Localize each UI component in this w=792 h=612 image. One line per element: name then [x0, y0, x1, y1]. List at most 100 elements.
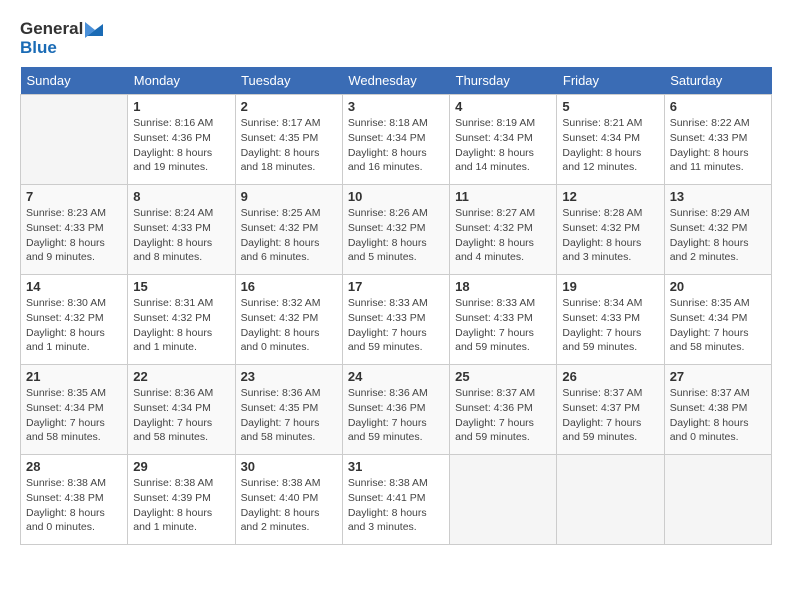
day-info: Sunrise: 8:19 AMSunset: 4:34 PMDaylight:… [455, 116, 551, 175]
calendar-cell: 3 Sunrise: 8:18 AMSunset: 4:34 PMDaylight… [342, 95, 449, 185]
day-header-wednesday: Wednesday [342, 67, 449, 95]
day-info: Sunrise: 8:23 AMSunset: 4:33 PMDaylight:… [26, 206, 122, 265]
calendar-cell: 16 Sunrise: 8:32 AMSunset: 4:32 PMDayligh… [235, 275, 342, 365]
day-info: Sunrise: 8:36 AMSunset: 4:36 PMDaylight:… [348, 386, 444, 445]
day-header-monday: Monday [128, 67, 235, 95]
day-info: Sunrise: 8:38 AMSunset: 4:39 PMDaylight:… [133, 476, 229, 535]
calendar-cell: 9Sunrise: 8:25 AMSunset: 4:32 PMDaylight… [235, 185, 342, 275]
day-number: 6 [670, 99, 766, 114]
day-number: 1 [133, 99, 229, 114]
calendar-cell: 28 Sunrise: 8:38 AMSunset: 4:38 PMDayligh… [21, 455, 128, 545]
day-number: 10 [348, 189, 444, 204]
calendar-cell: 6 Sunrise: 8:22 AMSunset: 4:33 PMDaylight… [664, 95, 771, 185]
day-number: 4 [455, 99, 551, 114]
page-header: General Blue [20, 20, 772, 57]
calendar-week-row: 14 Sunrise: 8:30 AMSunset: 4:32 PMDayligh… [21, 275, 772, 365]
day-info: Sunrise: 8:37 AMSunset: 4:37 PMDaylight:… [562, 386, 658, 445]
day-info: Sunrise: 8:33 AMSunset: 4:33 PMDaylight:… [348, 296, 444, 355]
day-header-friday: Friday [557, 67, 664, 95]
day-header-thursday: Thursday [450, 67, 557, 95]
calendar-cell: 20 Sunrise: 8:35 AMSunset: 4:34 PMDayligh… [664, 275, 771, 365]
day-info: Sunrise: 8:36 AMSunset: 4:34 PMDaylight:… [133, 386, 229, 445]
day-info: Sunrise: 8:31 AMSunset: 4:32 PMDaylight:… [133, 296, 229, 355]
day-info: Sunrise: 8:27 AMSunset: 4:32 PMDaylight:… [455, 206, 551, 265]
day-number: 21 [26, 369, 122, 384]
logo-general: General [20, 20, 103, 39]
day-info: Sunrise: 8:24 AMSunset: 4:33 PMDaylight:… [133, 206, 229, 265]
logo-container: General Blue [20, 20, 103, 57]
day-number: 8 [133, 189, 229, 204]
calendar-cell: 2Sunrise: 8:17 AMSunset: 4:35 PMDaylight… [235, 95, 342, 185]
day-number: 26 [562, 369, 658, 384]
day-number: 3 [348, 99, 444, 114]
day-info: Sunrise: 8:38 AMSunset: 4:38 PMDaylight:… [26, 476, 122, 535]
calendar-cell: 7 Sunrise: 8:23 AMSunset: 4:33 PMDaylight… [21, 185, 128, 275]
calendar-cell [21, 95, 128, 185]
day-header-saturday: Saturday [664, 67, 771, 95]
calendar-cell: 13 Sunrise: 8:29 AMSunset: 4:32 PMDayligh… [664, 185, 771, 275]
day-number: 23 [241, 369, 337, 384]
calendar-cell: 1Sunrise: 8:16 AMSunset: 4:36 PMDaylight… [128, 95, 235, 185]
calendar-cell: 4 Sunrise: 8:19 AMSunset: 4:34 PMDaylight… [450, 95, 557, 185]
day-number: 14 [26, 279, 122, 294]
day-info: Sunrise: 8:22 AMSunset: 4:33 PMDaylight:… [670, 116, 766, 175]
calendar-cell: 23 Sunrise: 8:36 AMSunset: 4:35 PMDayligh… [235, 365, 342, 455]
calendar-week-row: 28 Sunrise: 8:38 AMSunset: 4:38 PMDayligh… [21, 455, 772, 545]
day-number: 15 [133, 279, 229, 294]
day-number: 22 [133, 369, 229, 384]
day-info: Sunrise: 8:32 AMSunset: 4:32 PMDaylight:… [241, 296, 337, 355]
day-number: 18 [455, 279, 551, 294]
day-number: 17 [348, 279, 444, 294]
day-number: 19 [562, 279, 658, 294]
calendar-table: SundayMondayTuesdayWednesdayThursdayFrid… [20, 67, 772, 545]
calendar-cell: 30Sunrise: 8:38 AMSunset: 4:40 PMDayligh… [235, 455, 342, 545]
day-number: 29 [133, 459, 229, 474]
day-info: Sunrise: 8:36 AMSunset: 4:35 PMDaylight:… [241, 386, 337, 445]
day-number: 25 [455, 369, 551, 384]
calendar-cell: 24 Sunrise: 8:36 AMSunset: 4:36 PMDayligh… [342, 365, 449, 455]
day-header-sunday: Sunday [21, 67, 128, 95]
day-number: 30 [241, 459, 337, 474]
day-number: 11 [455, 189, 551, 204]
day-number: 16 [241, 279, 337, 294]
day-number: 28 [26, 459, 122, 474]
day-info: Sunrise: 8:38 AMSunset: 4:41 PMDaylight:… [348, 476, 444, 535]
calendar-cell [557, 455, 664, 545]
calendar-cell: 17 Sunrise: 8:33 AMSunset: 4:33 PMDayligh… [342, 275, 449, 365]
day-number: 5 [562, 99, 658, 114]
day-info: Sunrise: 8:26 AMSunset: 4:32 PMDaylight:… [348, 206, 444, 265]
calendar-cell: 22 Sunrise: 8:36 AMSunset: 4:34 PMDayligh… [128, 365, 235, 455]
calendar-cell: 26 Sunrise: 8:37 AMSunset: 4:37 PMDayligh… [557, 365, 664, 455]
calendar-cell [450, 455, 557, 545]
day-info: Sunrise: 8:35 AMSunset: 4:34 PMDaylight:… [26, 386, 122, 445]
day-header-tuesday: Tuesday [235, 67, 342, 95]
day-info: Sunrise: 8:25 AMSunset: 4:32 PMDaylight:… [241, 206, 337, 265]
calendar-cell: 5 Sunrise: 8:21 AMSunset: 4:34 PMDaylight… [557, 95, 664, 185]
day-info: Sunrise: 8:18 AMSunset: 4:34 PMDaylight:… [348, 116, 444, 175]
day-info: Sunrise: 8:17 AMSunset: 4:35 PMDaylight:… [241, 116, 337, 175]
logo: General Blue [20, 20, 103, 57]
day-info: Sunrise: 8:21 AMSunset: 4:34 PMDaylight:… [562, 116, 658, 175]
day-info: Sunrise: 8:35 AMSunset: 4:34 PMDaylight:… [670, 296, 766, 355]
day-info: Sunrise: 8:34 AMSunset: 4:33 PMDaylight:… [562, 296, 658, 355]
day-number: 20 [670, 279, 766, 294]
logo-blue: Blue [20, 39, 103, 58]
day-number: 12 [562, 189, 658, 204]
calendar-cell: 14 Sunrise: 8:30 AMSunset: 4:32 PMDayligh… [21, 275, 128, 365]
calendar-cell: 27Sunrise: 8:37 AMSunset: 4:38 PMDayligh… [664, 365, 771, 455]
day-info: Sunrise: 8:30 AMSunset: 4:32 PMDaylight:… [26, 296, 122, 355]
day-number: 31 [348, 459, 444, 474]
day-info: Sunrise: 8:33 AMSunset: 4:33 PMDaylight:… [455, 296, 551, 355]
calendar-cell: 10 Sunrise: 8:26 AMSunset: 4:32 PMDayligh… [342, 185, 449, 275]
day-info: Sunrise: 8:29 AMSunset: 4:32 PMDaylight:… [670, 206, 766, 265]
day-info: Sunrise: 8:37 AMSunset: 4:38 PMDaylight:… [670, 386, 766, 445]
calendar-cell: 31 Sunrise: 8:38 AMSunset: 4:41 PMDayligh… [342, 455, 449, 545]
calendar-week-row: 1Sunrise: 8:16 AMSunset: 4:36 PMDaylight… [21, 95, 772, 185]
day-number: 7 [26, 189, 122, 204]
day-number: 24 [348, 369, 444, 384]
calendar-cell: 15 Sunrise: 8:31 AMSunset: 4:32 PMDayligh… [128, 275, 235, 365]
calendar-cell: 18 Sunrise: 8:33 AMSunset: 4:33 PMDayligh… [450, 275, 557, 365]
calendar-cell [664, 455, 771, 545]
days-header-row: SundayMondayTuesdayWednesdayThursdayFrid… [21, 67, 772, 95]
day-number: 13 [670, 189, 766, 204]
